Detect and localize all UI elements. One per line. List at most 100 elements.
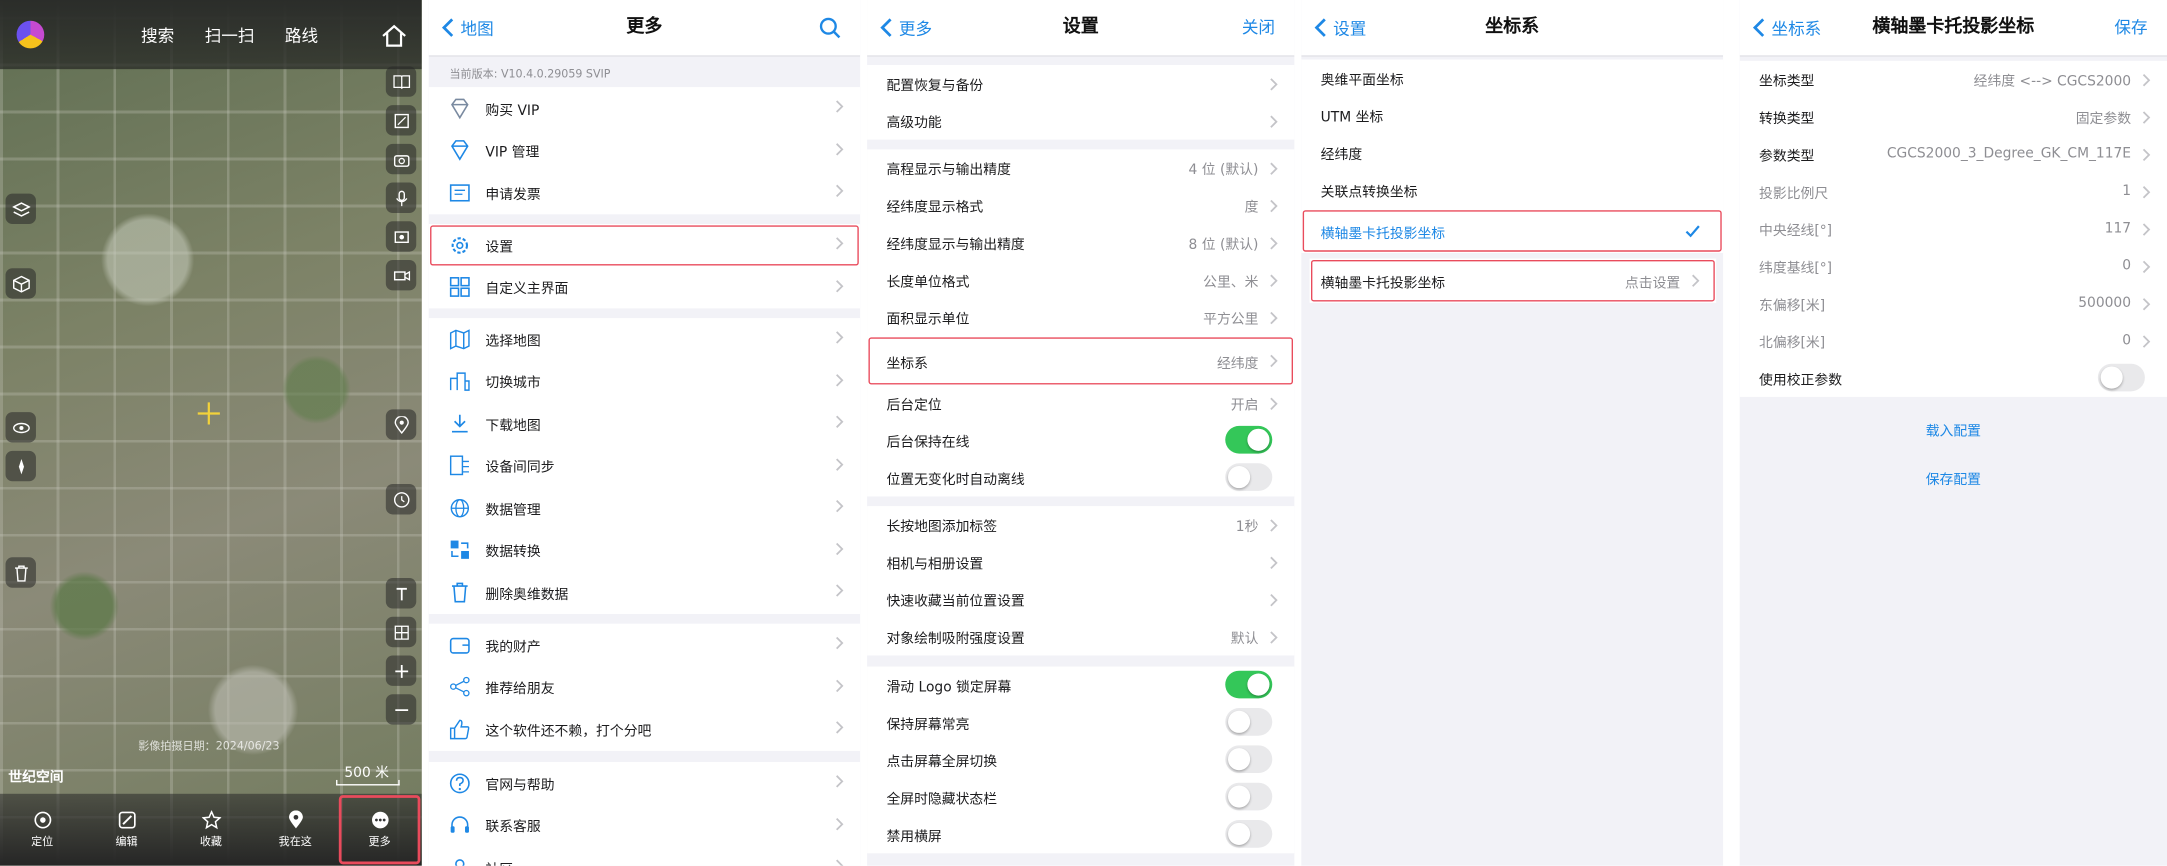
list-item-vip-manage[interactable]: VIP 管理: [429, 129, 860, 171]
list-item-delete-data[interactable]: 删除奥维数据: [429, 571, 860, 613]
save-button[interactable]: 保存: [2114, 0, 2147, 55]
list-item-help[interactable]: 官网与帮助: [429, 762, 860, 804]
setting-row-latlng-format[interactable]: 经纬度显示格式 度: [867, 187, 1294, 224]
map-top-bar: 搜索 扫一扫 路线: [0, 0, 422, 70]
screenshot-button[interactable]: [385, 221, 417, 252]
visibility-button[interactable]: [5, 412, 36, 443]
transverse-mercator-config-row[interactable]: 横轴墨卡托投影坐标 点击设置: [1310, 259, 1717, 303]
auto-offline-toggle[interactable]: [1225, 463, 1273, 491]
delete-button[interactable]: [5, 557, 36, 588]
video-button[interactable]: [385, 259, 417, 291]
back-button[interactable]: 地图: [440, 0, 494, 55]
book-icon: [392, 74, 410, 89]
list-item-assets[interactable]: 我的财产: [429, 624, 860, 666]
load-config-button[interactable]: 载入配置: [1740, 419, 2167, 440]
list-item-invoice[interactable]: 申请发票: [429, 171, 860, 213]
close-button[interactable]: 关闭: [1242, 0, 1275, 55]
coord-option-ovi-plane[interactable]: 奥维平面坐标: [1301, 59, 1723, 96]
list-item-community[interactable]: 社区: [429, 846, 860, 866]
zoom-in-button[interactable]: [385, 655, 417, 686]
history-button[interactable]: [385, 484, 417, 515]
list-item-device-sync[interactable]: 设备间同步: [429, 445, 860, 487]
hide-statusbar-toggle[interactable]: [1225, 782, 1273, 811]
list-item-rate-app[interactable]: 这个软件还不赖，打个分吧: [429, 708, 860, 750]
list-item-custom-home[interactable]: 自定义主界面: [429, 266, 860, 308]
setting-row-snap-strength[interactable]: 对象绘制吸附强度设置 默认: [867, 618, 1294, 655]
tm-row-param-type[interactable]: 参数类型 CGCS2000_3_Degree_GK_CM_117E: [1740, 136, 2167, 173]
bg-online-toggle[interactable]: [1225, 425, 1273, 454]
chevron-right-icon: [836, 457, 844, 471]
setting-row-coordinate-system[interactable]: 坐标系 经纬度: [867, 336, 1294, 386]
route-link[interactable]: 路线: [285, 23, 318, 47]
list-item-switch-city[interactable]: 切换城市: [429, 360, 860, 402]
camera-button[interactable]: [385, 143, 417, 175]
back-button[interactable]: 更多: [878, 0, 932, 55]
list-item-settings[interactable]: 设置: [429, 224, 860, 266]
back-button[interactable]: 设置: [1312, 0, 1366, 55]
tab-locate[interactable]: 定位: [0, 794, 84, 866]
location-pin-button[interactable]: [385, 409, 417, 440]
setting-row-bg-location[interactable]: 后台定位 开启: [867, 384, 1294, 421]
tm-row-false-northing[interactable]: 北偏移[米] 0: [1740, 322, 2167, 359]
correction-toggle[interactable]: [2097, 363, 2145, 392]
coord-option-latlng[interactable]: 经纬度: [1301, 134, 1723, 171]
setting-row-latlng-precision[interactable]: 经纬度显示与输出精度 8 位 (默认): [867, 224, 1294, 261]
tab-edit[interactable]: 编辑: [84, 794, 168, 866]
map-pin-icon: [288, 810, 303, 829]
tab-more[interactable]: 更多: [337, 794, 421, 866]
list-item-select-map[interactable]: 选择地图: [429, 318, 860, 360]
coordinate-system-panel: 设置 坐标系 奥维平面坐标 UTM 坐标 经纬度 关联点转换坐标 横轴墨卡托投影…: [1301, 0, 1724, 866]
list-item-recommend[interactable]: 推荐给朋友: [429, 666, 860, 708]
disable-landscape-toggle[interactable]: [1225, 820, 1273, 848]
chevron-right-icon: [836, 679, 844, 692]
list-item-data-convert[interactable]: 数据转换: [429, 529, 860, 571]
3d-button[interactable]: [5, 268, 36, 299]
home-icon[interactable]: [380, 22, 408, 50]
text-button[interactable]: [385, 578, 417, 609]
tm-row-transform-type[interactable]: 转换类型 固定参数: [1740, 98, 2167, 135]
setting-row-length-unit[interactable]: 长度单位格式 公里、米: [867, 261, 1294, 298]
search-link[interactable]: 搜索: [141, 23, 174, 47]
back-button[interactable]: 坐标系: [1751, 0, 1821, 55]
transverse-mercator-panel: 坐标系 横轴墨卡托投影坐标 保存 坐标类型 经纬度 <--> CGCS2000 转…: [1739, 0, 2167, 866]
voice-button[interactable]: [385, 182, 417, 213]
setting-row-advanced[interactable]: 高级功能: [867, 102, 1294, 139]
coord-option-tiepoint[interactable]: 关联点转换坐标: [1301, 171, 1723, 208]
map-panel[interactable]: 搜索 扫一扫 路线 影像拍摄日期：2024/06/23 世纪空间 500 米 定…: [0, 0, 422, 866]
setting-row-elevation-precision[interactable]: 高程显示与输出精度 4 位 (默认): [867, 149, 1294, 186]
tab-here[interactable]: 我在这: [253, 794, 337, 866]
list-item-buy-vip[interactable]: 购买 VIP: [429, 87, 860, 129]
grid-button[interactable]: [385, 616, 417, 648]
tab-favorites[interactable]: 收藏: [169, 794, 253, 866]
setting-row-quick-favorite[interactable]: 快速收藏当前位置设置: [867, 581, 1294, 618]
coord-option-transverse-mercator[interactable]: 横轴墨卡托投影坐标: [1301, 209, 1723, 253]
app-logo-icon[interactable]: [16, 20, 45, 49]
tm-row-latitude-origin[interactable]: 纬度基线[°] 0: [1740, 248, 2167, 285]
chevron-right-icon: [1270, 199, 1278, 213]
keep-awake-toggle[interactable]: [1225, 708, 1273, 736]
measure-button[interactable]: [385, 105, 417, 136]
logo-lock-toggle[interactable]: [1225, 670, 1273, 699]
param-label: 使用校正参数: [1759, 373, 1843, 389]
list-item-download-map[interactable]: 下载地图: [429, 402, 860, 444]
setting-row-camera[interactable]: 相机与相册设置: [867, 543, 1294, 580]
book-button[interactable]: [385, 66, 417, 97]
save-config-button[interactable]: 保存配置: [1740, 467, 2167, 488]
tm-row-scale[interactable]: 投影比例尺 1: [1740, 173, 2167, 210]
scan-link[interactable]: 扫一扫: [205, 23, 255, 47]
setting-row-longpress-label[interactable]: 长按地图添加标签 1秒: [867, 506, 1294, 543]
tm-row-false-easting[interactable]: 东偏移[米] 500000: [1740, 285, 2167, 322]
tap-fullscreen-toggle[interactable]: [1225, 745, 1273, 774]
setting-row-backup[interactable]: 配置恢复与备份: [867, 65, 1294, 102]
list-item-support[interactable]: 联系客服: [429, 804, 860, 846]
tm-row-central-meridian[interactable]: 中央经线[°] 117: [1740, 210, 2167, 247]
setting-row-area-unit[interactable]: 面积显示单位 平方公里: [867, 299, 1294, 336]
compass-button[interactable]: [5, 450, 36, 482]
layers-button[interactable]: [5, 193, 36, 225]
list-item-data-manage[interactable]: 数据管理: [429, 487, 860, 529]
search-icon[interactable]: [819, 17, 841, 39]
zoom-out-button[interactable]: [385, 694, 417, 725]
setting-label: 快速收藏当前位置设置: [886, 594, 1025, 610]
tm-row-coord-type[interactable]: 坐标类型 经纬度 <--> CGCS2000: [1740, 61, 2167, 98]
coord-option-utm[interactable]: UTM 坐标: [1301, 97, 1723, 134]
